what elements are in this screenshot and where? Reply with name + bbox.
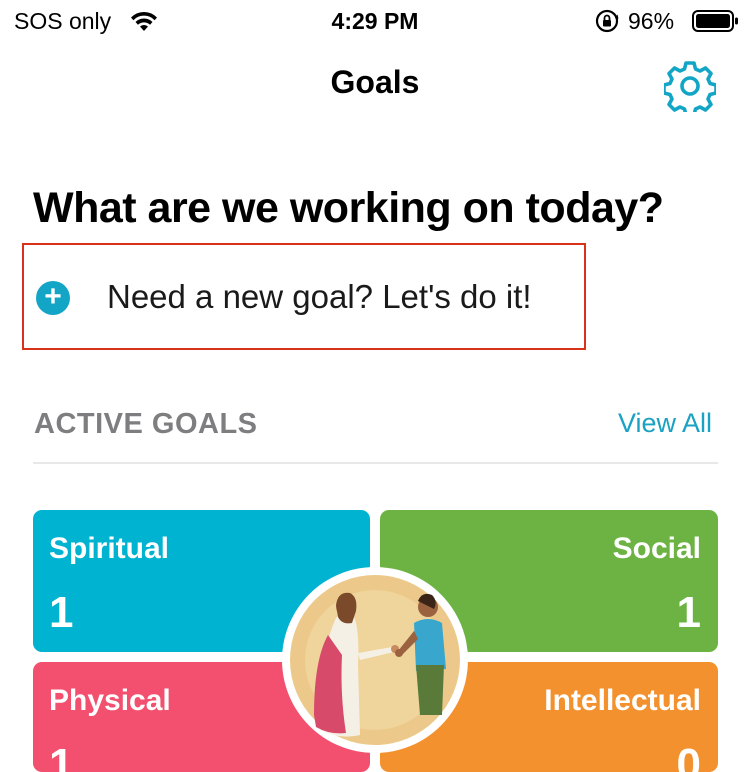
- goal-card-count: 1: [49, 588, 74, 637]
- goal-card-count: 1: [676, 588, 701, 637]
- goal-card-count: 0: [676, 740, 701, 772]
- illustration-medallion: [282, 567, 468, 753]
- section-title-active-goals: ACTIVE GOALS: [34, 408, 258, 440]
- status-bar: SOS only 4:29 PM 96%: [0, 0, 750, 44]
- goal-card-label: Intellectual: [544, 684, 701, 717]
- rotation-lock-icon: [595, 9, 619, 33]
- battery-icon: [692, 10, 738, 32]
- headline: What are we working on today?: [33, 184, 664, 232]
- plus-icon: +: [36, 281, 70, 315]
- goal-card-label: Social: [612, 532, 701, 565]
- new-goal-label: Need a new goal? Let's do it!: [107, 278, 532, 315]
- goal-card-label: Spiritual: [49, 532, 170, 565]
- page-title: Goals: [330, 64, 420, 100]
- divider: [33, 462, 718, 464]
- goal-card-count: 1: [49, 740, 74, 772]
- goal-card-label: Physical: [49, 684, 171, 717]
- battery-percent: 96%: [628, 8, 675, 34]
- gear-icon[interactable]: [664, 60, 716, 112]
- view-all-link[interactable]: View All: [618, 408, 712, 439]
- new-goal-button[interactable]: + Need a new goal? Let's do it!: [22, 243, 586, 350]
